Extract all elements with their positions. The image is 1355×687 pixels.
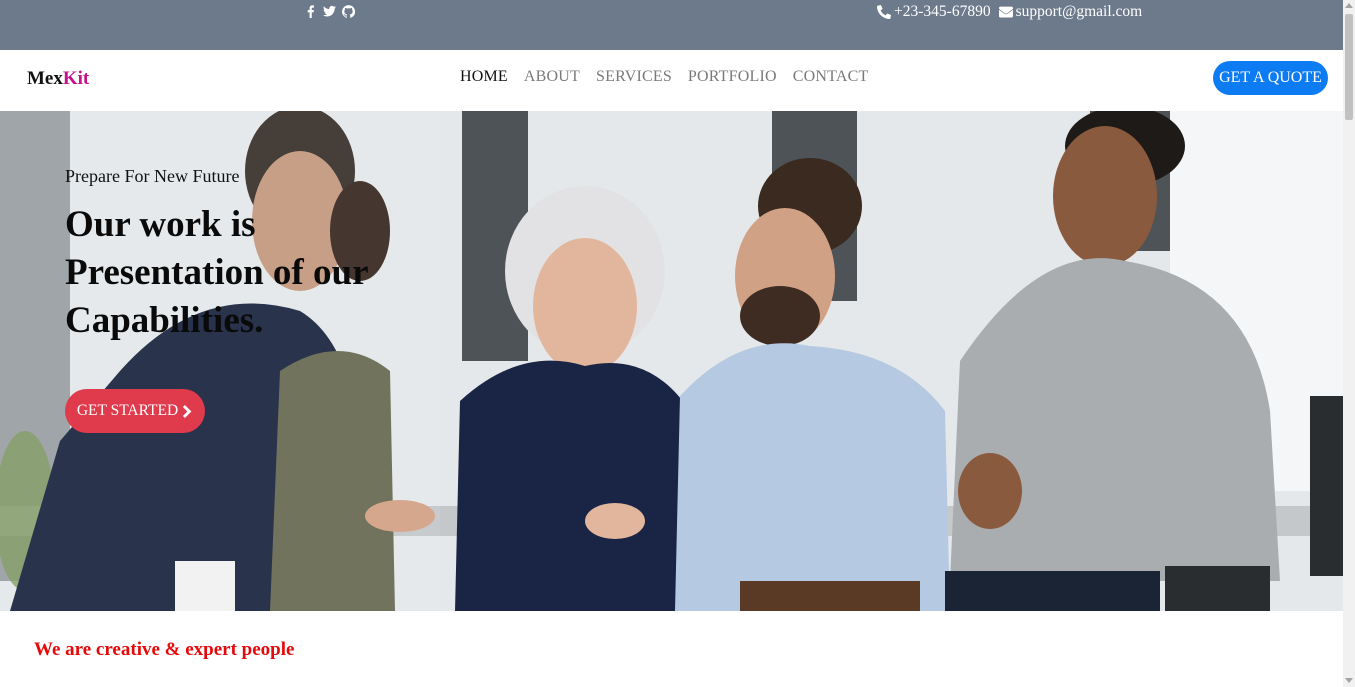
nav-menu: HOME ABOUT SERVICES PORTFOLIO CONTACT <box>452 68 876 86</box>
hero-banner: Prepare For New Future Our work is Prese… <box>0 111 1343 611</box>
nav-item-contact[interactable]: CONTACT <box>785 68 877 86</box>
nav-item-services[interactable]: SERVICES <box>588 68 680 86</box>
section-title: We are creative & expert people <box>34 639 295 660</box>
envelope-icon <box>998 6 1013 18</box>
scroll-up-arrow-icon[interactable] <box>1345 3 1353 8</box>
scrollbar-thumb[interactable] <box>1345 14 1353 120</box>
get-started-button[interactable]: GET STARTED <box>65 389 205 433</box>
support-email[interactable]: support@gmail.com <box>1016 3 1143 21</box>
chevron-right-icon <box>183 404 192 418</box>
brand-name-part2: Kit <box>62 68 90 89</box>
facebook-icon[interactable] <box>303 3 318 19</box>
contact-info: +23-345-67890 support@gmail.com <box>877 3 1142 21</box>
hero-headline: Our work is Presentation of our Capabili… <box>65 204 368 341</box>
nav-item-home[interactable]: HOME <box>452 68 516 86</box>
get-a-quote-button[interactable]: GET A QUOTE <box>1213 61 1328 95</box>
nav-item-portfolio[interactable]: PORTFOLIO <box>680 68 785 86</box>
page-scrollbar[interactable] <box>1343 0 1355 687</box>
hero-eyebrow: Prepare For New Future <box>65 166 240 186</box>
main-navbar: MexKit HOME ABOUT SERVICES PORTFOLIO CON… <box>0 50 1343 111</box>
social-links <box>303 3 356 19</box>
phone-number[interactable]: +23-345-67890 <box>894 3 991 21</box>
brand-logo[interactable]: MexKit <box>27 68 89 90</box>
get-started-label: GET STARTED <box>76 402 179 419</box>
hero-text-block: Prepare For New Future Our work is Prese… <box>65 166 425 345</box>
top-info-bar: +23-345-67890 support@gmail.com <box>0 0 1343 50</box>
scroll-down-arrow-icon[interactable] <box>1345 678 1353 683</box>
twitter-icon[interactable] <box>322 3 337 19</box>
brand-name-part1: Mex <box>27 68 63 89</box>
github-icon[interactable] <box>341 3 356 19</box>
phone-icon <box>877 5 891 19</box>
nav-item-about[interactable]: ABOUT <box>516 68 588 86</box>
